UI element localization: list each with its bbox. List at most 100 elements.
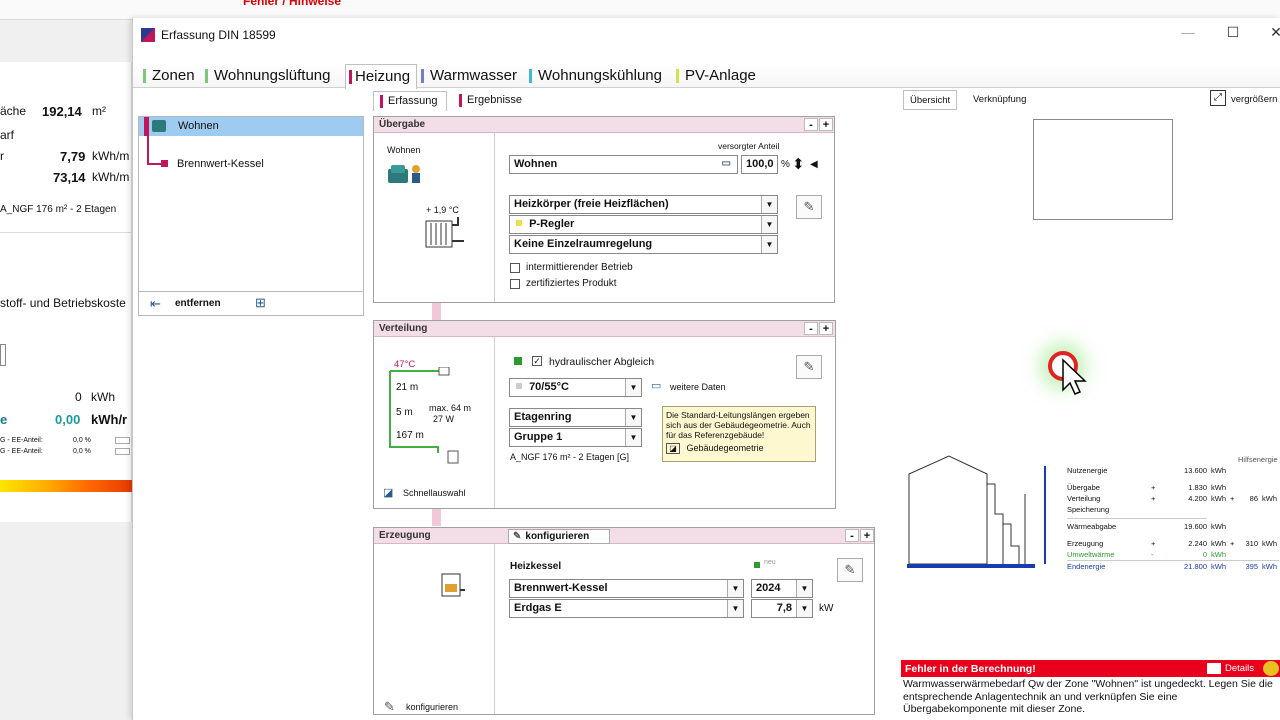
bg-button[interactable] bbox=[0, 344, 6, 366]
konfigurieren-bottom-button[interactable]: konfigurieren bbox=[406, 702, 458, 712]
row-h-sign: + bbox=[1230, 539, 1235, 548]
tab-uebersicht[interactable]: Übersicht bbox=[903, 90, 958, 110]
tree-item-wohnen[interactable]: Wohnen bbox=[139, 117, 363, 136]
mouse-pointer-icon bbox=[1062, 358, 1087, 395]
schnellauswahl-button[interactable]: Schnellauswahl bbox=[403, 488, 466, 498]
chevron-down-icon[interactable]: ▼ bbox=[625, 379, 641, 396]
weitere-daten-button[interactable]: weitere Daten bbox=[670, 382, 726, 392]
tab-warmwasser[interactable]: Warmwasser bbox=[421, 67, 517, 89]
panel-divider bbox=[494, 337, 495, 508]
remove-icon[interactable]: ⇤ bbox=[150, 296, 161, 312]
konfigurieren-header-button[interactable]: ✎ konfigurieren bbox=[508, 529, 610, 544]
bg-unit-2: kWh/m bbox=[92, 170, 130, 184]
edit-tool-button[interactable]: ✎ bbox=[796, 195, 822, 219]
subtab-ergebnisse[interactable]: Ergebnisse bbox=[453, 91, 530, 111]
row-label: Wärmeabgabe bbox=[1067, 522, 1117, 531]
tab-wohnungskuehlung[interactable]: Wohnungskühlung bbox=[529, 67, 662, 89]
chevron-down-icon[interactable]: ▼ bbox=[761, 216, 777, 233]
maximize-button[interactable]: ☐ bbox=[1218, 24, 1248, 44]
calendar-icon[interactable]: ▭ bbox=[722, 158, 731, 169]
row-h-unit: kWh bbox=[1262, 539, 1277, 548]
chevron-down-icon[interactable]: ▼ bbox=[625, 409, 641, 426]
share-label: versorgter Anteil bbox=[718, 141, 780, 151]
intermittierend-checkbox[interactable] bbox=[510, 263, 520, 273]
subtab-erfassung[interactable]: Erfassung bbox=[373, 91, 447, 111]
zertifiziert-label: zertifiziertes Produkt bbox=[526, 278, 617, 289]
tab-heizung[interactable]: Heizung bbox=[345, 64, 418, 89]
minimize-button[interactable]: — bbox=[1173, 24, 1203, 44]
chevron-down-icon[interactable]: ▼ bbox=[761, 196, 777, 213]
spin-updown-icon[interactable]: ⬍ bbox=[792, 155, 805, 173]
main-tab-bar: Zonen Wohnungslüftung Heizung Warmwasser… bbox=[133, 62, 1280, 89]
row-h-value: 86 bbox=[1249, 494, 1258, 503]
length-2: 5 m bbox=[396, 407, 413, 418]
enlarge-button[interactable]: vergrößern bbox=[1231, 94, 1277, 105]
wrench-icon[interactable]: ✎ bbox=[384, 699, 395, 715]
chevron-down-icon[interactable]: ▼ bbox=[761, 236, 777, 253]
tab-zonen[interactable]: Zonen bbox=[143, 67, 195, 89]
system-temp-select[interactable]: 70/55°C ▼ bbox=[509, 378, 642, 397]
tab-pv-anlage[interactable]: PV-Anlage bbox=[676, 67, 756, 89]
regler-select[interactable]: P-Regler ▼ bbox=[509, 215, 778, 234]
chevron-down-icon[interactable]: ▼ bbox=[625, 429, 641, 446]
speaker-icon[interactable]: ◀ bbox=[810, 159, 818, 170]
bg-r-label: r bbox=[0, 149, 4, 163]
row-sign: + bbox=[1151, 483, 1156, 492]
abgleich-checkbox[interactable]: ✓ bbox=[532, 356, 542, 366]
uebergabe-panel: Übergabe - + Wohnen + 1,9 °C versorgter … bbox=[373, 116, 835, 303]
fuel-select[interactable]: Erdgas E ▼ bbox=[509, 599, 744, 618]
tree-item-brennwert-kessel[interactable]: Brennwert-Kessel bbox=[177, 158, 264, 170]
chevron-down-icon[interactable]: ▼ bbox=[727, 580, 743, 597]
zone-field[interactable]: Wohnen ▭ bbox=[509, 155, 738, 174]
erzeugung-title: Erzeugung bbox=[379, 530, 431, 541]
row-unit: kWh bbox=[1211, 562, 1226, 571]
new-indicator bbox=[754, 562, 760, 568]
chevron-down-icon[interactable]: ▼ bbox=[727, 600, 743, 617]
collapse-button[interactable]: - bbox=[804, 118, 818, 131]
share-input[interactable]: 100,0 bbox=[741, 155, 778, 174]
tree-item-label: Wohnen bbox=[178, 120, 219, 132]
gebaeudegeometrie-link[interactable]: ◪ Gebäudegeometrie bbox=[666, 443, 812, 454]
collapse-button[interactable]: - bbox=[845, 529, 859, 542]
details-button[interactable]: Details bbox=[1225, 663, 1254, 674]
enlarge-icon[interactable]: ⤢ bbox=[1210, 90, 1226, 106]
edit-tool-button[interactable]: ✎ bbox=[837, 558, 863, 582]
einzelraum-select[interactable]: Keine Einzelraumregelung ▼ bbox=[509, 235, 778, 254]
weitere-daten-icon[interactable]: ▭ bbox=[651, 379, 661, 392]
year-select[interactable]: 2024 ▼ bbox=[751, 579, 813, 598]
edit-tool-button[interactable]: ✎ bbox=[796, 355, 822, 379]
bg-kosten[interactable]: stoff- und Betriebskoste bbox=[0, 296, 126, 310]
bg-area-label: äche bbox=[0, 104, 27, 118]
kessel-select[interactable]: Brennwert-Kessel ▼ bbox=[509, 579, 744, 598]
bg-value-2: 73,14 bbox=[53, 170, 86, 185]
row-unit: kWh bbox=[1211, 550, 1226, 559]
chevron-down-icon[interactable]: ▼ bbox=[796, 580, 812, 597]
kw-input[interactable]: 7,8 ▼ bbox=[751, 599, 813, 618]
expand-button[interactable]: + bbox=[819, 322, 833, 335]
expand-button[interactable]: + bbox=[860, 529, 874, 542]
panel-connector bbox=[432, 509, 441, 526]
type-select[interactable]: Heizkörper (freie Heizflächen) ▼ bbox=[509, 195, 778, 214]
tree-structure-icon[interactable]: ⊞ bbox=[255, 295, 266, 311]
tab-wohnungslueftung[interactable]: Wohnungslüftung bbox=[205, 67, 330, 89]
schnellauswahl-icon[interactable]: ◪ bbox=[383, 486, 393, 499]
erzeugung-header: Erzeugung bbox=[374, 528, 494, 544]
remove-button[interactable]: entfernen bbox=[175, 298, 221, 309]
tab-verknuepfung[interactable]: Verknüpfung bbox=[967, 90, 1032, 110]
ring-select[interactable]: Etagenring ▼ bbox=[509, 408, 642, 427]
details-icon[interactable] bbox=[1207, 663, 1221, 674]
background-error-link[interactable]: Fehler / Hinweise bbox=[243, 0, 341, 8]
row-h-unit: kWh bbox=[1262, 562, 1277, 571]
heizkessel-label: Heizkessel bbox=[510, 561, 562, 572]
tab-label: Zonen bbox=[152, 67, 195, 84]
zertifiziert-checkbox[interactable] bbox=[510, 279, 520, 289]
chevron-down-icon[interactable]: ▼ bbox=[796, 600, 812, 617]
collapse-button[interactable]: - bbox=[804, 322, 818, 335]
expand-button[interactable]: + bbox=[819, 118, 833, 131]
share-unit: % bbox=[781, 159, 790, 170]
intermittierend-label: intermittierender Betrieb bbox=[526, 262, 633, 273]
tab-uebersicht-label: Übersicht bbox=[910, 95, 951, 106]
close-button[interactable]: ✕ bbox=[1261, 24, 1280, 44]
gruppe-select[interactable]: Gruppe 1 ▼ bbox=[509, 428, 642, 447]
row-label: Endenergie bbox=[1067, 562, 1106, 571]
